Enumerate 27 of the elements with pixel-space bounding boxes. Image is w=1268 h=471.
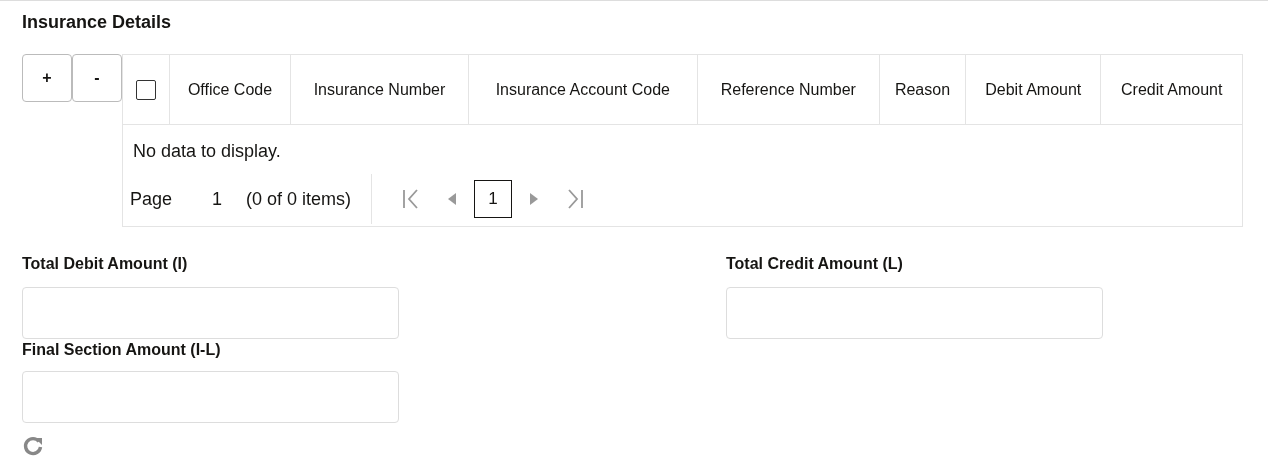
page-button[interactable]: 1 bbox=[474, 180, 513, 218]
section-title: Insurance Details bbox=[22, 11, 173, 33]
column-header[interactable]: Insurance Account Code bbox=[495, 80, 670, 98]
row-button[interactable]: - bbox=[72, 54, 122, 102]
first-page-icon[interactable] bbox=[402, 188, 421, 210]
field-label: Total Debit Amount (I) bbox=[22, 254, 189, 274]
items-summary: (0 of 0 items) bbox=[246, 188, 352, 210]
row-button[interactable]: + bbox=[22, 54, 72, 102]
column-header[interactable]: Office Code bbox=[187, 80, 273, 98]
select-all-checkbox[interactable] bbox=[136, 79, 156, 100]
page-number: 1 bbox=[212, 188, 223, 210]
next-page-icon[interactable] bbox=[530, 193, 539, 205]
empty-message: No data to display. bbox=[133, 141, 281, 161]
page-label: Page bbox=[130, 188, 173, 210]
last-page-icon[interactable] bbox=[566, 188, 585, 210]
input-field[interactable] bbox=[22, 371, 399, 423]
column-header[interactable]: Debit Amount bbox=[985, 80, 1082, 98]
input-field[interactable] bbox=[22, 287, 399, 339]
refresh-icon[interactable] bbox=[22, 435, 44, 457]
column-header[interactable]: Insurance Number bbox=[313, 80, 446, 98]
field-label: Total Credit Amount (L) bbox=[726, 254, 904, 274]
field-label: Final Section Amount (I-L) bbox=[22, 340, 222, 360]
column-header[interactable]: Reference Number bbox=[720, 80, 856, 98]
previous-page-icon[interactable] bbox=[448, 193, 457, 205]
column-header[interactable]: Credit Amount bbox=[1121, 80, 1223, 98]
input-field[interactable] bbox=[726, 287, 1103, 339]
column-header[interactable]: Reason bbox=[894, 80, 951, 98]
